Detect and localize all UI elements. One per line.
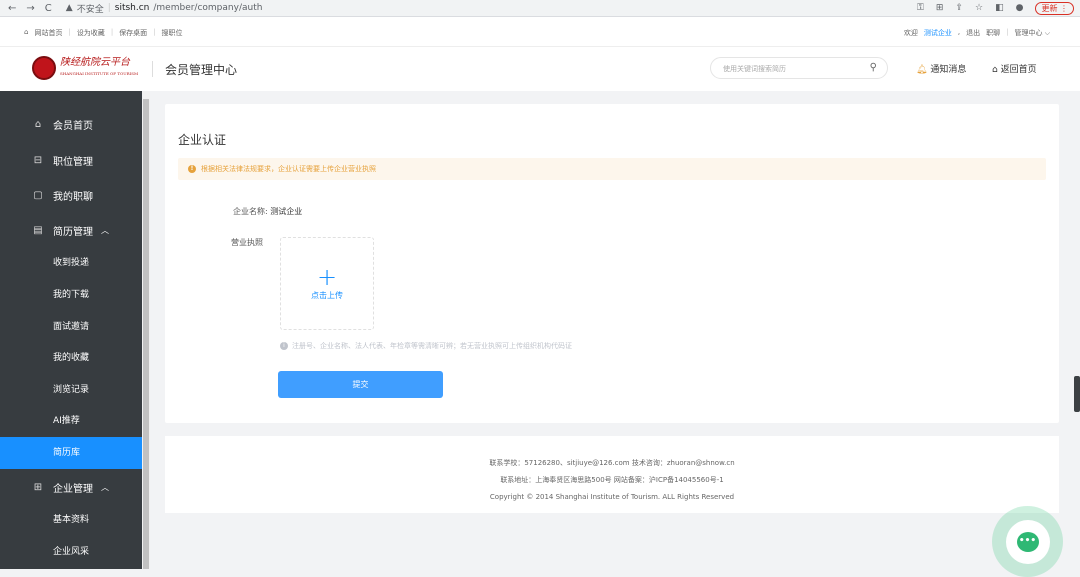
license-upload[interactable]: + 点击上传	[280, 237, 374, 330]
reload-icon[interactable]: C	[45, 3, 52, 14]
topbar-link-desktop[interactable]: 保存桌面	[119, 28, 147, 38]
chat-bubble-icon: •••	[1016, 531, 1039, 552]
topbar-link-home[interactable]: 网站首页	[34, 28, 62, 38]
back-home-link[interactable]: ⌂ 返回首页	[992, 62, 1037, 75]
share-icon[interactable]: ⇪	[955, 3, 963, 13]
building-icon: ⊞	[33, 481, 43, 493]
chat-link[interactable]: 职聊	[986, 28, 1000, 38]
document-icon: ▤	[33, 224, 43, 236]
footer-copyright: Copyright © 2014 Shanghai Institute of T…	[489, 493, 735, 501]
sidebar-item-jobs[interactable]: ⊟ 职位管理	[0, 144, 142, 176]
bell-icon: 🔔︎	[916, 65, 928, 75]
footer-contact: 联系学校：57126280、sitjiuye@126.com 技术咨询：zhuo…	[489, 459, 735, 467]
chat-icon: ▢	[33, 189, 43, 201]
topbar-link-favorite[interactable]: 设为收藏	[77, 28, 105, 38]
chevron-up-icon: ︿	[101, 225, 109, 235]
chevron-up-icon: ︿	[101, 482, 109, 492]
home-icon: ⌂	[992, 65, 998, 75]
submit-button[interactable]: 提交	[278, 371, 443, 398]
home-small-icon: ⌂	[24, 28, 29, 36]
info-icon: i	[280, 342, 288, 350]
star-icon[interactable]: ☆	[975, 3, 983, 13]
license-label: 营业执照	[231, 238, 263, 247]
header-divider	[152, 61, 153, 77]
upload-hint: i 注册号、企业名称、法人代表、年检章等需清晰可辨；若无营业执照可上传组织机构代码…	[280, 341, 572, 351]
company-name-label: 企业名称:	[233, 207, 268, 216]
sidebar-item-chat[interactable]: ▢ 我的职聊	[0, 179, 142, 211]
company-name-value: 测试企业	[270, 207, 303, 216]
profile-icon[interactable]: ●	[1016, 3, 1024, 13]
manage-center-dropdown[interactable]: 管理中心 ⌵	[1014, 28, 1050, 38]
sidebar-scrollbar[interactable]	[142, 91, 150, 569]
warning-icon: ▲	[65, 3, 73, 13]
site-topbar: ⌂ 网站首页 | 设为收藏 | 保存桌面 | 搜职位 欢迎 测试企业, 退出 职聊 | …	[0, 17, 1080, 47]
page-title: 会员管理中心	[165, 63, 238, 77]
sidepanel-icon[interactable]: ◧	[995, 3, 1004, 13]
sidebar-sub-downloads[interactable]: 我的下载	[0, 279, 142, 311]
sidebar: ⌂ 会员首页 ⊟ 职位管理 ▢ 我的职聊 ▤ 简历管理 ︿ 收到投递 我的下载 面试邀请 …	[0, 91, 142, 569]
search-input[interactable]: 使用关键词搜索简历 ⚲	[710, 57, 888, 79]
translate-icon[interactable]: ⊞	[936, 3, 944, 13]
footer-address: 联系地址：上海奉贤区海思路500号 网站备案：沪ICP备14045560号-1	[500, 476, 724, 484]
sidebar-sub-history[interactable]: 浏览记录	[0, 374, 142, 406]
page-scrollbar[interactable]	[1074, 376, 1080, 412]
footer: 联系学校：57126280、sitjiuye@126.com 技术咨询：zhuo…	[165, 436, 1059, 513]
warning-icon: !	[188, 165, 196, 173]
notice-link[interactable]: 🔔︎ 通知消息	[916, 62, 966, 75]
company-name-row: 企业名称: 测试企业	[233, 206, 302, 217]
logo-text: 陕经航院云平台	[60, 57, 130, 68]
sidebar-sub-ai[interactable]: AI推荐	[0, 405, 142, 437]
logo-seal-icon	[32, 56, 56, 80]
search-icon[interactable]: ⚲	[870, 62, 877, 73]
insecure-label: 不安全	[76, 4, 104, 15]
sidebar-item-resume[interactable]: ▤ 简历管理 ︿	[0, 214, 142, 246]
sidebar-sub-interviews[interactable]: 面试邀请	[0, 311, 142, 343]
notice-alert: ! 根据相关法律法规要求，企业认证需要上传企业营业执照	[178, 158, 1046, 180]
home-icon: ⌂	[34, 118, 42, 130]
company-link[interactable]: 测试企业	[924, 28, 952, 38]
logout-link[interactable]: 退出	[966, 28, 980, 38]
sidebar-sub-received[interactable]: 收到投递	[0, 247, 142, 279]
url-host: sitsh.cn	[114, 3, 150, 13]
chat-float-button[interactable]: •••	[992, 506, 1063, 577]
site-logo[interactable]: 陕经航院云平台 SHANGHAI INSTITUTE OF TOURISM	[32, 55, 144, 81]
briefcase-icon: ⊟	[33, 154, 43, 166]
url-path: /member/company/auth	[153, 3, 263, 13]
update-button[interactable]: 更新 ⋮	[1035, 1, 1074, 15]
auth-panel: 企业认证 ! 根据相关法律法规要求，企业认证需要上传企业营业执照 企业名称: 测…	[165, 104, 1059, 423]
upload-text: 点击上传	[311, 291, 343, 300]
sidebar-item-member-home[interactable]: ⌂ 会员首页	[0, 108, 142, 140]
sidebar-sub-resume-library[interactable]: 简历库	[0, 437, 142, 469]
address-bar[interactable]: ▲ 不安全 | sitsh.cn/member/company/auth	[66, 2, 263, 15]
site-header: 陕经航院云平台 SHANGHAI INSTITUTE OF TOURISM 会员…	[0, 47, 1080, 91]
panel-title: 企业认证	[178, 133, 227, 147]
key-icon[interactable]: ⚿	[917, 3, 924, 13]
sidebar-sub-basic-info[interactable]: 基本资料	[0, 504, 142, 536]
sidebar-sub-favorites[interactable]: 我的收藏	[0, 342, 142, 374]
logo-subtext: SHANGHAI INSTITUTE OF TOURISM	[60, 71, 139, 76]
back-icon[interactable]: ←	[8, 3, 16, 14]
sidebar-sub-company-style[interactable]: 企业风采	[0, 536, 142, 568]
welcome-text: 欢迎	[903, 29, 918, 37]
topbar-link-jobs[interactable]: 搜职位	[162, 28, 183, 38]
forward-icon[interactable]: →	[26, 3, 34, 14]
browser-toolbar: ← → C ▲ 不安全 | sitsh.cn/member/company/au…	[0, 0, 1080, 17]
plus-icon: +	[316, 263, 338, 291]
sidebar-item-company[interactable]: ⊞ 企业管理 ︿	[0, 471, 142, 503]
